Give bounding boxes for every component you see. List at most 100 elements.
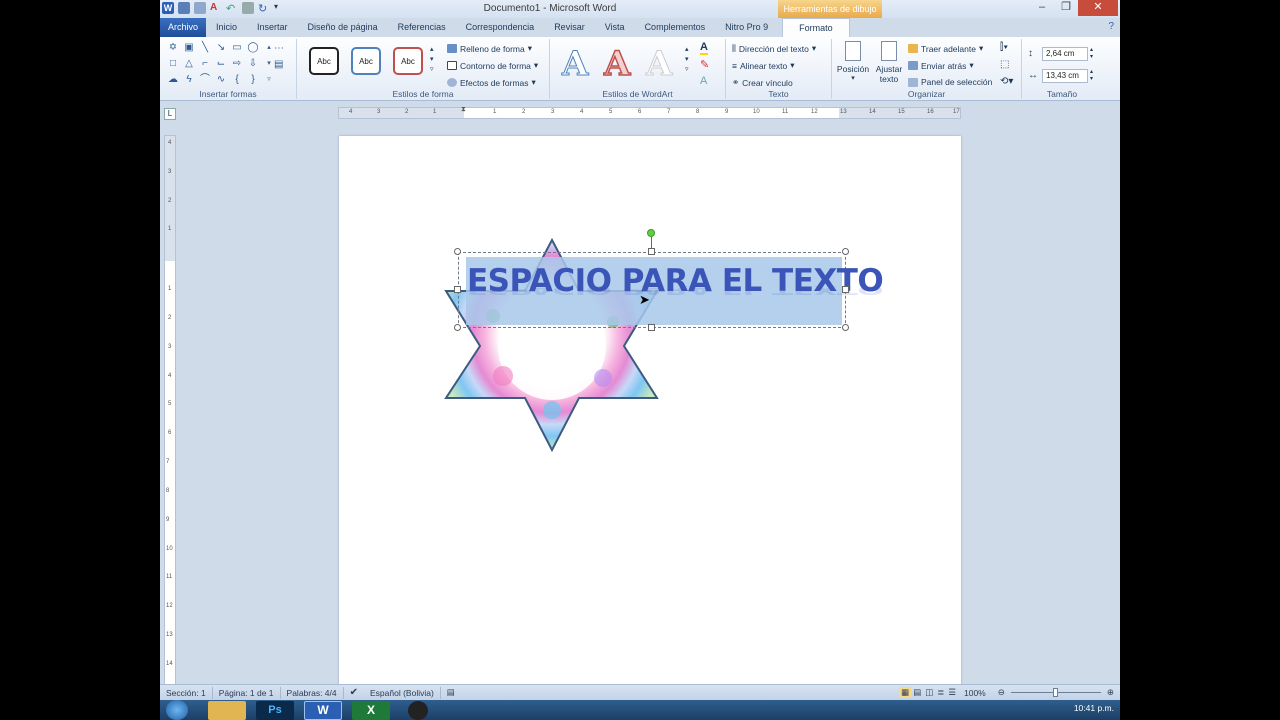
resize-handle-bottom-left[interactable] [454,324,461,331]
print-layout-view-icon[interactable]: ▦ [899,687,912,698]
recorder-taskbar-icon[interactable] [408,701,428,720]
document-page[interactable]: ESPACIO PARA EL TEXTO ESPACIO PARA EL TE… [339,136,961,696]
rotate-icon[interactable]: ⟲▾ [1000,76,1013,87]
explorer-taskbar-icon[interactable] [208,701,246,720]
tab-nitro[interactable]: Nitro Pro 9 [715,18,778,37]
wordart-style-red[interactable]: A [603,43,631,85]
zoom-in-icon[interactable]: ⊕ [1101,687,1120,698]
oval-shape-icon[interactable]: ◯ [246,41,260,55]
edit-shape-icon[interactable]: ⋯ [274,43,284,54]
shape-effects-button[interactable]: Efectos de formas ▾ [447,77,536,88]
zoom-slider-thumb[interactable] [1052,688,1058,697]
brace-left-icon[interactable]: { [230,73,244,87]
bring-forward-button[interactable]: Traer adelante ▾ [908,43,983,54]
macro-icon[interactable]: ▤ [441,687,461,698]
wrap-text-button[interactable]: Ajustar texto [872,41,906,84]
curve-shape-icon[interactable]: ∿ [214,73,228,87]
elbow-connector-icon[interactable]: ⌐ [198,57,212,71]
brace-right-icon[interactable]: } [246,73,260,87]
resize-handle-top-left[interactable] [454,248,461,255]
shape-style-red[interactable]: Abc [393,47,423,75]
start-button-icon[interactable] [166,700,188,720]
shape-outline-button[interactable]: Contorno de forma ▾ [447,60,538,71]
resize-handle-top-right[interactable] [842,248,849,255]
vertical-ruler[interactable]: 4 3 2 1 1 2 3 4 5 6 7 8 9 10 11 12 13 14 [164,135,176,685]
rectangle-shape-icon[interactable]: ▭ [230,41,244,55]
resize-handle-bottom-right[interactable] [842,324,849,331]
resize-handle-right[interactable] [842,286,849,293]
height-input[interactable]: 2,64 cm [1042,47,1088,61]
close-icon[interactable]: ✕ [1078,0,1118,16]
shape-fill-button[interactable]: Relleno de forma ▾ [447,43,532,54]
line-shape-icon[interactable]: ╲ [198,41,212,55]
wordart-style-light[interactable]: A [645,44,672,85]
star-shape-icon[interactable]: ✡ [166,41,180,55]
arrow-line-shape-icon[interactable]: ↘ [214,41,228,55]
proofing-icon[interactable]: ✔ [344,687,364,698]
tab-correspondencia[interactable]: Correspondencia [456,18,545,37]
horizontal-ruler[interactable]: 4 3 2 1 1 2 3 4 5 6 7 8 9 10 11 12 13 14… [338,106,961,119]
send-backward-button[interactable]: Enviar atrás ▾ [908,60,974,71]
status-section[interactable]: Sección: 1 [160,688,212,698]
resize-handle-left[interactable] [454,286,461,293]
web-layout-view-icon[interactable]: ◫ [923,687,935,698]
tab-insertar[interactable]: Insertar [247,18,298,37]
status-language[interactable]: Español (Bolivia) [364,688,440,698]
zoom-slider[interactable] [1010,688,1101,697]
triangle-shape-icon[interactable]: △ [182,57,196,71]
rotation-handle[interactable] [647,229,655,237]
tab-formato[interactable]: Formato [782,18,850,37]
gallery-more-icon[interactable]: ▿ [262,73,276,87]
tab-referencias[interactable]: Referencias [388,18,456,37]
tab-diseno-pagina[interactable]: Diseño de página [298,18,388,37]
shape-style-blue[interactable]: Abc [351,47,381,75]
resize-handle-top[interactable] [648,248,655,255]
position-button[interactable]: Posición ▾ [836,41,870,82]
square-shape-icon[interactable]: □ [166,57,180,71]
width-input[interactable]: 13,43 cm [1042,69,1088,83]
connector-icon[interactable]: ⌙ [214,57,228,71]
minimize-icon[interactable]: – [1030,0,1054,16]
down-arrow-shape-icon[interactable]: ⇩ [246,57,260,71]
word-taskbar-icon[interactable]: W [304,701,342,720]
tab-inicio[interactable]: Inicio [206,18,247,37]
status-words[interactable]: Palabras: 4/4 [281,688,343,698]
shape-style-black[interactable]: Abc [309,47,339,75]
cloud-shape-icon[interactable]: ☁ [166,73,180,87]
text-direction-button[interactable]: ⫼ Dirección del texto ▾ [732,43,816,54]
draft-view-icon[interactable]: ☰ [946,687,958,698]
status-page[interactable]: Página: 1 de 1 [213,688,280,698]
tab-vista[interactable]: Vista [595,18,635,37]
full-screen-view-icon[interactable]: ▤ [911,687,923,698]
text-outline-icon[interactable]: ✎ [700,58,709,71]
zoom-out-icon[interactable]: ⊖ [992,687,1011,698]
image-shape-icon[interactable]: ▣ [182,41,196,55]
resize-handle-bottom[interactable] [648,324,655,331]
tab-complementos[interactable]: Complementos [635,18,716,37]
align-text-button[interactable]: ≡ Alinear texto ▾ [732,60,795,71]
shapes-gallery[interactable]: ✡ ▣ ╲ ↘ ▭ ◯ ▴ □ △ ⌐ ⌙ ⇨ ⇩ ▾ ☁ ϟ ⌒ ∿ { } [166,41,276,87]
draw-textbox-icon[interactable]: ▤ [274,59,283,70]
taskbar-clock[interactable]: 10:41 p.m. [1074,703,1114,713]
tab-archivo[interactable]: Archivo [160,18,207,37]
wordart-style-outline-blue[interactable]: A [561,44,588,85]
arc-shape-icon[interactable]: ⌒ [198,73,212,87]
tab-selector[interactable]: L [164,108,176,120]
indent-marker-icon[interactable]: ⧗ [461,106,466,114]
help-icon[interactable]: ? [1108,21,1114,32]
outline-view-icon[interactable]: ≣ [935,687,946,698]
shape-styles-scroll-icon[interactable]: ▴ ▾ ▿ [430,45,434,75]
status-zoom[interactable]: 100% [958,688,992,698]
wordart-scroll-icon[interactable]: ▴ ▾ ▿ [685,45,689,75]
selection-pane-button[interactable]: Panel de selección [908,77,992,87]
align-icon[interactable]: ⫿▾ [1000,42,1008,53]
group-icon[interactable]: ⬚ [1000,59,1009,70]
excel-taskbar-icon[interactable]: X [352,701,390,720]
right-arrow-shape-icon[interactable]: ⇨ [230,57,244,71]
text-box[interactable]: ESPACIO PARA EL TEXTO ESPACIO PARA EL TE… [458,252,884,328]
restore-icon[interactable]: ❐ [1054,0,1078,16]
create-link-button[interactable]: ⚭ Crear vínculo [732,77,793,88]
text-effects-icon[interactable]: A [700,75,707,87]
tab-revisar[interactable]: Revisar [544,18,595,37]
lightning-shape-icon[interactable]: ϟ [182,73,196,87]
